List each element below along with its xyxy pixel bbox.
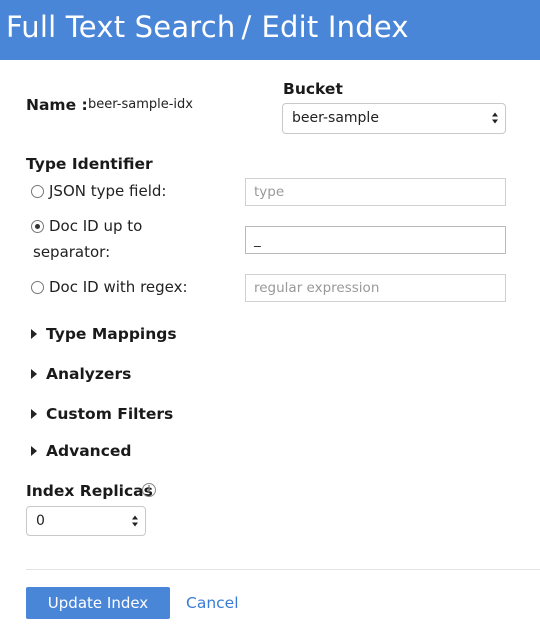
docid-separator-label-line2: separator: xyxy=(33,243,111,261)
docid-regex-input[interactable]: regular expression xyxy=(245,274,506,302)
docid-regex-radio[interactable] xyxy=(31,281,44,294)
json-type-field-placeholder: type xyxy=(254,184,285,200)
cancel-link[interactable]: Cancel xyxy=(186,594,239,612)
json-type-field-label: JSON type field: xyxy=(49,182,167,200)
docid-separator-label-line1: Doc ID up to xyxy=(49,217,143,235)
page-title: Edit Index xyxy=(261,10,409,44)
divider xyxy=(26,569,540,570)
section-analyzers-label: Analyzers xyxy=(46,365,132,383)
bucket-select[interactable]: beer-sample xyxy=(282,103,506,134)
section-type-mappings-label: Type Mappings xyxy=(46,325,177,343)
docid-separator-value: _ xyxy=(254,232,261,248)
json-type-field-input[interactable]: type xyxy=(245,178,506,206)
caret-right-icon xyxy=(31,446,37,456)
select-arrows-icon xyxy=(492,112,498,124)
name-label: Name : xyxy=(26,96,88,114)
section-advanced-label: Advanced xyxy=(46,442,132,460)
page-header: Full Text Search / Edit Index xyxy=(0,0,540,60)
index-name-value: beer-sample-idx xyxy=(88,97,193,112)
breadcrumb-parent[interactable]: Full Text Search xyxy=(6,10,236,44)
update-index-button[interactable]: Update Index xyxy=(26,587,170,619)
json-type-field-radio[interactable] xyxy=(31,185,44,198)
bucket-select-value: beer-sample xyxy=(292,110,379,126)
bucket-label: Bucket xyxy=(283,80,343,98)
breadcrumb-separator: / xyxy=(241,10,252,44)
docid-separator-input[interactable]: _ xyxy=(245,226,506,254)
info-icon[interactable]: i xyxy=(142,483,156,497)
docid-separator-radio[interactable] xyxy=(31,220,44,233)
docid-regex-placeholder: regular expression xyxy=(254,280,380,296)
caret-right-icon xyxy=(31,409,37,419)
index-replicas-select[interactable]: 0 xyxy=(26,506,146,536)
index-replicas-value: 0 xyxy=(36,513,45,529)
caret-right-icon xyxy=(31,329,37,339)
type-identifier-heading: Type Identifier xyxy=(26,155,153,173)
index-replicas-label: Index Replicas xyxy=(26,482,153,500)
breadcrumb: Full Text Search / Edit Index xyxy=(6,10,409,44)
section-custom-filters-label: Custom Filters xyxy=(46,405,174,423)
docid-regex-label: Doc ID with regex: xyxy=(49,278,188,296)
caret-right-icon xyxy=(31,369,37,379)
select-arrows-icon xyxy=(132,515,138,527)
